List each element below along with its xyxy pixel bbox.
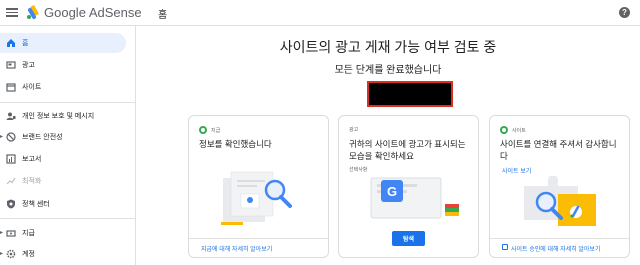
sidebar-item-payments[interactable]: ▸ 지급 [0, 223, 126, 243]
ads-card: 광고 귀하의 사이트에 광고가 표시되는 모습을 확인하세요 선택사항 G 탐색 [338, 115, 479, 258]
sidebar-item-home[interactable]: 홈 [0, 33, 126, 53]
payments-icon [6, 228, 16, 238]
card-footer-divider [490, 238, 629, 239]
sidebar-item-reports[interactable]: 보고서 [0, 149, 126, 169]
sidebar-item-label: 홈 [22, 40, 29, 47]
sidebar-item-label: 지급 [22, 230, 35, 237]
svg-text:G: G [387, 184, 397, 199]
optional-label: 선택사항 [349, 167, 368, 173]
sidebar-item-sites[interactable]: 사이트 [0, 77, 126, 97]
badge-label: 사이트 [512, 127, 526, 134]
brand-google: Google [44, 5, 86, 20]
sidebar-item-label: 사이트 [22, 84, 42, 91]
sidebar-item-account[interactable]: ▸ 계정 [0, 244, 126, 264]
adsense-logo-icon [27, 5, 39, 19]
sidebar-item-ads[interactable]: 광고 [0, 55, 126, 75]
explore-button[interactable]: 탐색 [392, 231, 425, 246]
view-sites-link[interactable]: 사이트 보기 [502, 166, 531, 175]
sidebar-item-label: 개인 정보 보호 및 메시지 [22, 113, 95, 120]
badge-label: 광고 [349, 127, 359, 133]
badge-label: 지급 [211, 127, 221, 134]
sidebar-item-label: 최적화 [22, 178, 42, 185]
home-icon [6, 38, 16, 48]
sidebar-item-label: 정책 센터 [22, 201, 50, 208]
chevron-right-icon: ▸ [0, 230, 4, 236]
optimization-icon [6, 176, 16, 186]
sites-approval-icon [502, 244, 508, 250]
card-title: 귀하의 사이트에 광고가 표시되는 모습을 확인하세요 [349, 139, 466, 161]
brand-product: AdSense [88, 5, 142, 20]
sidebar-item-label: 계정 [22, 251, 35, 258]
chevron-right-icon: ▸ [0, 134, 4, 140]
site-connect-illustration [524, 176, 596, 226]
ad-preview-illustration: G [370, 177, 459, 219]
payments-card: 지급 정보를 확인했습니다 지급에 대해 자세히 알아보기 [188, 115, 329, 258]
sidebar-item-label: 보고서 [22, 156, 42, 163]
sites-icon [6, 82, 16, 92]
policy-icon [6, 199, 16, 209]
reports-icon [6, 154, 16, 164]
brand-safety-icon [6, 132, 16, 142]
ads-icon [6, 60, 16, 70]
sidebar-item-label: 광고 [22, 62, 35, 69]
card-title: 사이트를 연결해 주셔서 감사합니 다 [500, 139, 617, 161]
card-title: 정보를 확인했습니다 [199, 139, 272, 149]
payment-info-illustration [221, 171, 292, 225]
review-subheading: 모든 단계를 완료했습니다 [334, 65, 442, 76]
status-badge: 지급 [199, 126, 220, 134]
sidebar-item-label: 브랜드 안전성 [22, 134, 63, 141]
redacted-site-url [367, 81, 453, 107]
privacy-icon [6, 111, 16, 121]
card-footer-divider [189, 238, 328, 239]
gear-icon [6, 249, 16, 259]
sidebar-item-policy[interactable]: 정책 센터 [0, 194, 126, 214]
learn-more-sites-link[interactable]: 사이트 승인에 대해 자세히 알아보기 [511, 244, 600, 253]
brand-name: Google AdSense [44, 5, 142, 20]
sidebar-item-optimization[interactable]: 최적화 [0, 171, 126, 191]
menu-icon[interactable] [6, 6, 18, 18]
sidebar-divider [0, 218, 136, 219]
help-icon[interactable]: ? [619, 7, 630, 18]
sidebar-item-privacy[interactable]: 개인 정보 보호 및 메시지 [0, 106, 126, 126]
chevron-right-icon: ▸ [0, 251, 4, 257]
learn-more-payments-link[interactable]: 지급에 대해 자세히 알아보기 [201, 244, 272, 253]
sidebar-divider [0, 102, 136, 103]
sidebar-nav: 홈 광고 사이트 개인 정보 보호 및 메시지 ▸ 브랜드 안전성 보고서 최적… [0, 26, 136, 265]
check-circle-icon [199, 126, 207, 134]
sites-card: 사이트 사이트를 연결해 주셔서 감사합니 다 사이트 보기 사이트 승인에 대… [489, 115, 630, 258]
top-app-bar: Google AdSense 홈 ? [0, 0, 640, 26]
status-badge: 광고 [349, 126, 358, 133]
page-title: 홈 [158, 10, 168, 21]
status-badge: 사이트 [500, 126, 526, 134]
review-heading: 사이트의 광고 게재 가능 여부 검토 중 [279, 39, 497, 55]
check-circle-icon [500, 126, 508, 134]
sidebar-item-brand-safety[interactable]: ▸ 브랜드 안전성 [0, 127, 126, 147]
